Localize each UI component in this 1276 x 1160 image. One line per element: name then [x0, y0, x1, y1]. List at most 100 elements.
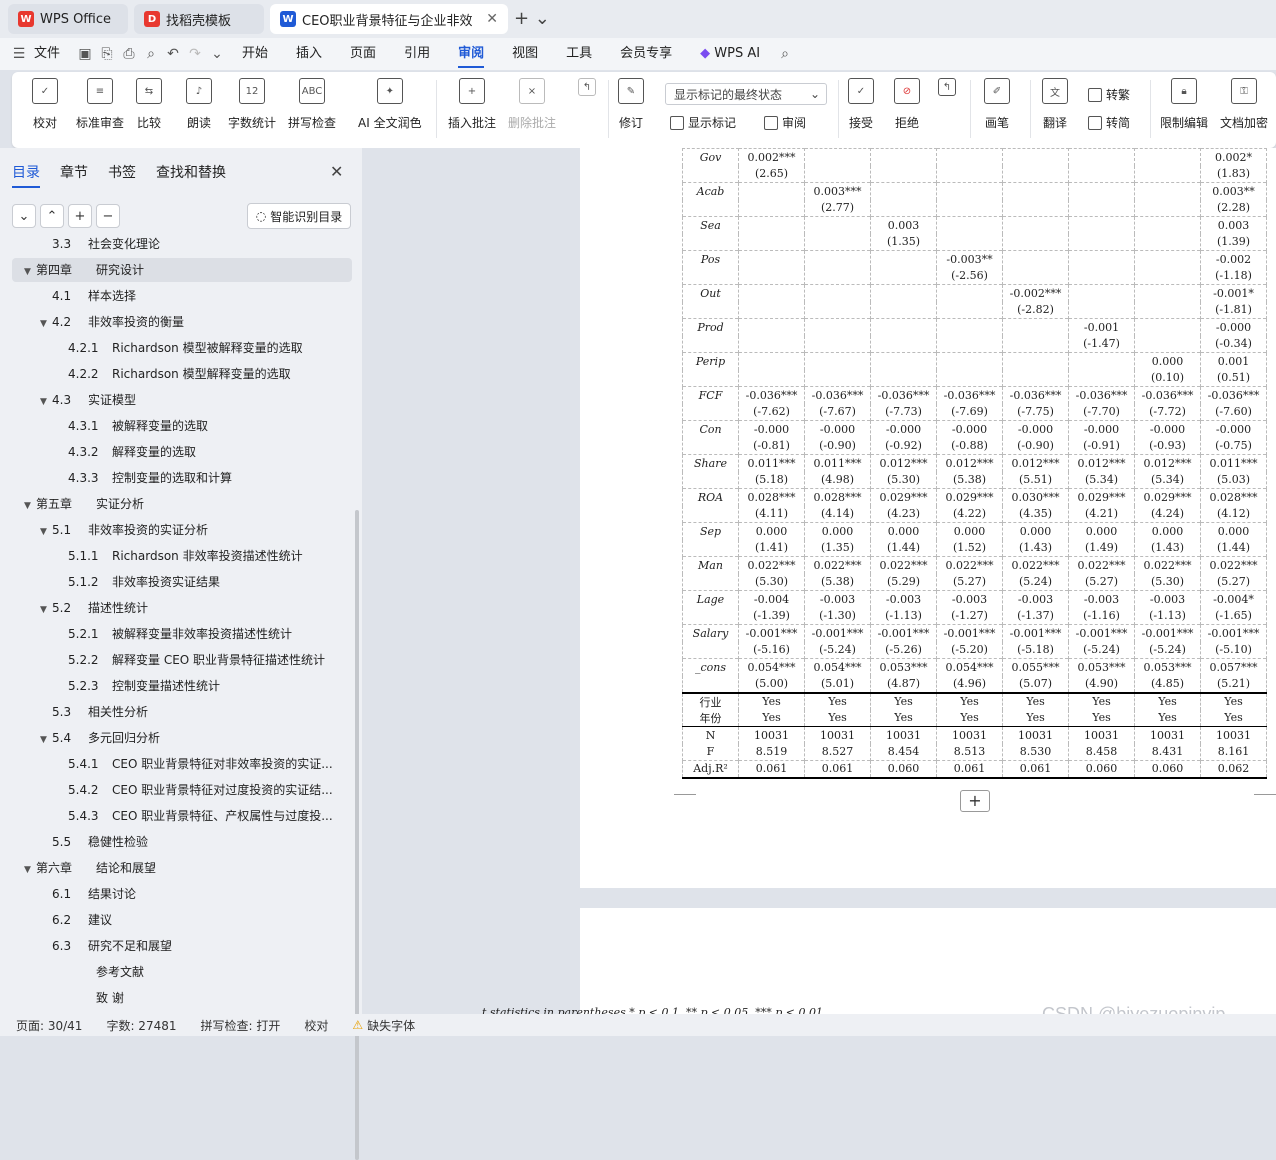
tab-template[interactable]: D 找稻壳模板 — [134, 4, 264, 34]
track-changes-button[interactable]: ✎ 修订 — [618, 78, 644, 131]
proof-status[interactable]: 校对 — [304, 1017, 328, 1034]
toc-item[interactable]: ▼ 第六章 结论和展望 — [12, 856, 352, 880]
toc-item[interactable]: 6.1 结果讨论 — [12, 882, 352, 906]
show-markup-button[interactable]: 显示标记 — [670, 114, 736, 131]
toc-item[interactable]: ▼ 4.2 非效率投资的衡量 — [12, 310, 352, 334]
toc-item[interactable]: 参考文献 — [12, 960, 352, 984]
toc-item[interactable]: 4.2.1 Richardson 模型被解释变量的选取 — [12, 336, 352, 360]
proof-button[interactable]: ✓ 校对 — [32, 78, 58, 131]
chevron-down-icon[interactable]: ▼ — [40, 598, 52, 620]
word-count-button[interactable]: 12 字数统计 — [228, 78, 276, 131]
to-simplified-button[interactable]: 转简 — [1088, 114, 1130, 131]
toc-item[interactable]: 5.4.3 CEO 职业背景特征、产权属性与过度投... — [12, 804, 352, 828]
toc-item[interactable]: 5.2.3 控制变量描述性统计 — [12, 674, 352, 698]
prev-comment-button[interactable]: ↰ — [578, 78, 596, 106]
spell-check-button[interactable]: ABC 拼写检查 — [288, 78, 336, 131]
toc-item[interactable]: ▼ 4.3 实证模型 — [12, 388, 352, 412]
tab-document[interactable]: W CEO职业背景特征与企业非效率 ✕ — [270, 4, 508, 34]
menu-icon[interactable]: ☰ — [8, 46, 30, 62]
toc-item[interactable]: 5.3 相关性分析 — [12, 700, 352, 724]
chevron-down-icon[interactable]: ▼ — [24, 494, 36, 516]
undo-icon[interactable]: ↶ — [162, 46, 184, 62]
add-icon[interactable]: + — [68, 204, 92, 228]
toc-item[interactable]: 5.4.2 CEO 职业背景特征对过度投资的实证结... — [12, 778, 352, 802]
prev-change-button[interactable]: ↰ — [938, 78, 956, 106]
tab-find-replace[interactable]: 查找和替换 — [156, 162, 226, 188]
spell-check-status[interactable]: 拼写检查: 打开 — [201, 1017, 281, 1034]
delete-comment-button[interactable]: × 删除批注 — [508, 78, 556, 131]
to-traditional-button[interactable]: 转繁 — [1088, 86, 1130, 103]
preview-icon[interactable]: ⌕ — [140, 46, 162, 62]
menu-insert[interactable]: 插入 — [282, 38, 336, 70]
redo-icon[interactable]: ↷ — [184, 46, 206, 62]
chevron-down-icon[interactable]: ▼ — [24, 858, 36, 880]
toc-item[interactable]: 3.3 社会变化理论 — [12, 236, 352, 256]
pen-button[interactable]: ✐ 画笔 — [984, 78, 1010, 131]
std-review-button[interactable]: ≡ 标准审查 — [76, 78, 124, 131]
export-icon[interactable]: ⎘ — [96, 46, 118, 62]
menu-wps-ai[interactable]: ◆ WPS AI — [686, 38, 774, 70]
close-icon[interactable]: ✕ — [330, 162, 343, 181]
toc-item[interactable]: 4.3.1 被解释变量的选取 — [12, 414, 352, 438]
toc-item[interactable]: ▼ 5.2 描述性统计 — [12, 596, 352, 620]
print-icon[interactable]: ⎙ — [118, 46, 140, 62]
chevron-down-icon[interactable]: ▼ — [40, 520, 52, 542]
toc-item[interactable]: 5.1.2 非效率投资实证结果 — [12, 570, 352, 594]
review-pane-button[interactable]: 审阅 — [764, 114, 806, 131]
toc-item[interactable]: 4.1 样本选择 — [12, 284, 352, 308]
toc-item[interactable]: ▼ 第五章 实证分析 — [12, 492, 352, 516]
toc-item[interactable]: 5.4.1 CEO 职业背景特征对非效率投资的实证... — [12, 752, 352, 776]
encrypt-button[interactable]: ⚿ 文档加密 — [1220, 78, 1268, 131]
reject-button[interactable]: ⊘ 拒绝 — [894, 78, 920, 131]
toc-item[interactable]: 4.2.2 Richardson 模型解释变量的选取 — [12, 362, 352, 386]
read-button[interactable]: ♪ 朗读 — [186, 78, 212, 131]
scrollbar[interactable] — [355, 510, 359, 1160]
more-icon[interactable]: ⌄ — [206, 46, 228, 62]
toc-item[interactable]: ▼ 5.4 多元回归分析 — [12, 726, 352, 750]
menu-page[interactable]: 页面 — [336, 38, 390, 70]
restrict-edit-button[interactable]: 🔒︎ 限制编辑 — [1160, 78, 1208, 131]
chevron-down-icon[interactable]: ▼ — [40, 312, 52, 334]
translate-button[interactable]: 文翻译 — [1042, 78, 1068, 131]
chevron-down-icon[interactable]: ⌄ — [12, 204, 36, 228]
menu-view[interactable]: 视图 — [498, 38, 552, 70]
toc-item[interactable]: 致 谢 — [12, 986, 352, 1006]
tab-chapters[interactable]: 章节 — [60, 162, 88, 188]
chevron-down-icon[interactable]: ▼ — [40, 728, 52, 750]
chevron-up-icon[interactable]: ⌃ — [40, 204, 64, 228]
toc-item[interactable]: 4.3.3 控制变量的选取和计算 — [12, 466, 352, 490]
missing-font-status[interactable]: 缺失字体 — [367, 1017, 415, 1034]
file-menu[interactable]: 文件 — [30, 38, 74, 70]
toc-item[interactable]: 4.3.2 解释变量的选取 — [12, 440, 352, 464]
markup-display-select[interactable]: 显示标记的最终状态 ⌄ — [665, 83, 827, 105]
compare-button[interactable]: ⇆ 比较 — [136, 78, 162, 131]
toc-item[interactable]: ▼ 第四章 研究设计 — [12, 258, 352, 282]
ai-polish-button[interactable]: ✦ AI 全文润色 — [358, 78, 422, 131]
close-icon[interactable]: ✕ — [486, 11, 498, 27]
menu-member[interactable]: 会员专享 — [606, 38, 686, 70]
remove-icon[interactable]: − — [96, 204, 120, 228]
toc-item[interactable]: 6.3 研究不足和展望 — [12, 934, 352, 958]
toc-item[interactable]: ▼ 5.1 非效率投资的实证分析 — [12, 518, 352, 542]
new-tab-icon[interactable]: + ⌄ — [514, 8, 550, 29]
ai-toc-button[interactable]: ◌ 智能识别目录 — [247, 203, 351, 229]
menu-start[interactable]: 开始 — [228, 38, 282, 70]
menu-tools[interactable]: 工具 — [552, 38, 606, 70]
toc-item[interactable]: 5.2.1 被解释变量非效率投资描述性统计 — [12, 622, 352, 646]
toc-item[interactable]: 5.2.2 解释变量 CEO 职业背景特征描述性统计 — [12, 648, 352, 672]
tab-wps-office[interactable]: W WPS Office — [8, 4, 128, 34]
toc-item[interactable]: 5.5 稳健性检验 — [12, 830, 352, 854]
chevron-down-icon[interactable]: ▼ — [40, 390, 52, 412]
tab-toc[interactable]: 目录 — [12, 162, 40, 188]
save-icon[interactable]: ▣ — [74, 46, 96, 62]
search-icon[interactable]: ⌕ — [774, 46, 796, 62]
word-count[interactable]: 字数: 27481 — [106, 1017, 176, 1034]
menu-reference[interactable]: 引用 — [390, 38, 444, 70]
add-row-button[interactable]: + — [960, 790, 990, 812]
toc-item[interactable]: 6.2 建议 — [12, 908, 352, 932]
menu-review[interactable]: 审阅 — [444, 38, 498, 70]
chevron-down-icon[interactable]: ▼ — [24, 260, 36, 282]
page-indicator[interactable]: 页面: 30/41 — [16, 1017, 82, 1034]
tab-bookmarks[interactable]: 书签 — [108, 162, 136, 188]
accept-button[interactable]: ✓ 接受 — [848, 78, 874, 131]
